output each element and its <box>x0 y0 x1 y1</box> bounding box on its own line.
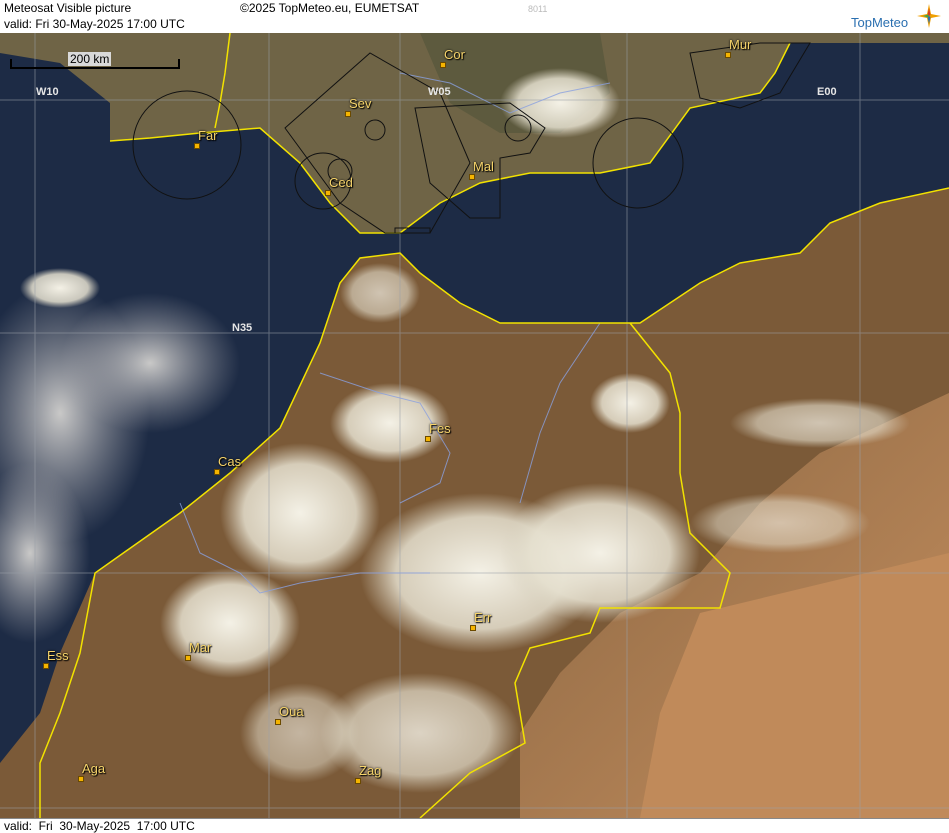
scale-bar-label: 200 km <box>68 52 112 66</box>
grid-label-w05: W05 <box>428 86 451 98</box>
grid-label-n35: N35 <box>232 322 253 334</box>
footer-bar: valid: Fri 30-May-2025 17:00 UTC <box>0 818 949 833</box>
grid-label-w10: W10 <box>36 86 59 98</box>
grid-label-e00: E00 <box>817 86 837 98</box>
city-label-mal: Mal <box>473 159 494 174</box>
valid-time-bottom: valid: Fri 30-May-2025 17:00 UTC <box>4 819 195 833</box>
city-label-sev: Sev <box>349 96 372 111</box>
logo-text: TopMeteo <box>851 15 909 30</box>
city-label-fes: Fes <box>429 421 451 436</box>
city-label-err: Err <box>474 610 492 625</box>
satellite-map <box>0 33 949 818</box>
city-label-mar: Mar <box>189 640 212 655</box>
header-bar: Meteosat Visible picture valid: Fri 30-M… <box>0 0 949 34</box>
copyright: ©2025 TopMeteo.eu, EUMETSAT <box>240 1 420 15</box>
city-label-cor: Cor <box>444 47 465 62</box>
image-title: Meteosat Visible picture <box>4 1 132 15</box>
city-label-ess: Ess <box>47 648 69 663</box>
city-label-oua: Oua <box>279 704 304 719</box>
city-label-cas: Cas <box>218 454 242 469</box>
city-label-zag: Zag <box>359 763 382 778</box>
city-label-mur: Mur <box>729 37 752 52</box>
topmeteo-logo: TopMeteo <box>849 2 941 32</box>
valid-time-top: valid: Fri 30-May-2025 17:00 UTC <box>4 17 185 31</box>
city-label-ced: Ced <box>329 175 353 190</box>
city-label-far: Far <box>198 128 218 143</box>
image-code: 8011 <box>528 4 548 14</box>
city-label-aga: Aga <box>82 761 106 776</box>
